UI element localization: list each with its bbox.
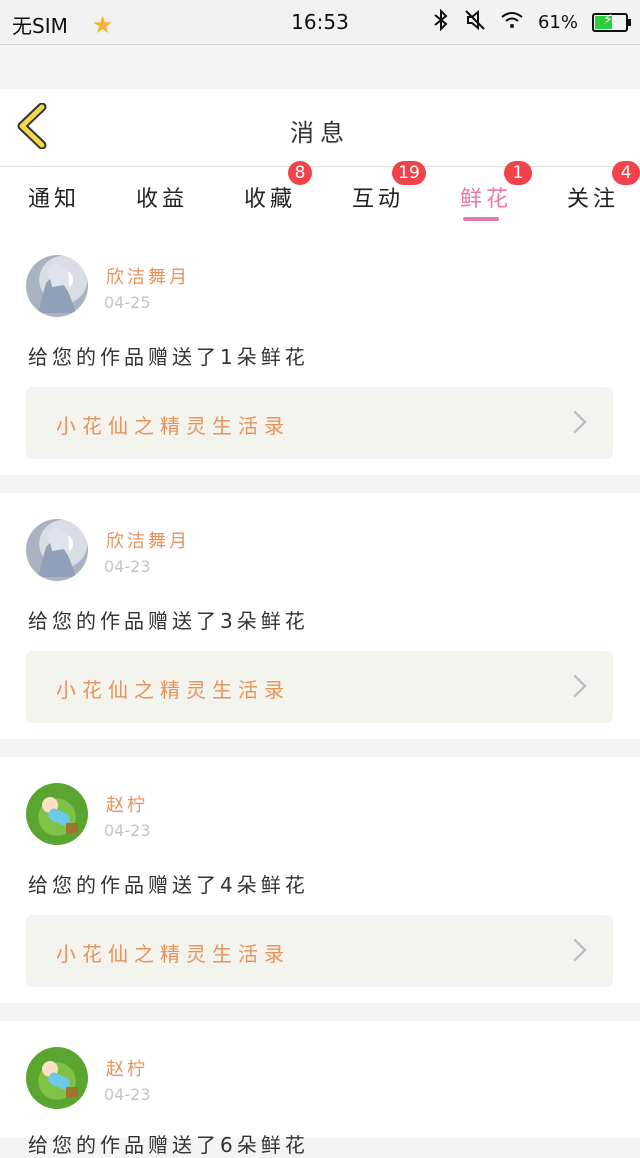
work-link[interactable]: 小花仙之精灵生活录 <box>26 651 613 723</box>
flowers-badge: 1 <box>504 161 532 185</box>
message-text: 给您的作品赠送了3朵鲜花 <box>28 609 309 633</box>
tab-flowers[interactable]: 鲜花 <box>460 181 512 213</box>
wifi-icon <box>500 10 524 35</box>
bluetooth-icon <box>432 8 450 36</box>
avatar[interactable] <box>26 255 88 317</box>
avatar[interactable] <box>26 783 88 845</box>
avatar-anime-icon <box>38 263 76 313</box>
message-card: 赵柠 04-23 给您的作品赠送了4朵鲜花 小花仙之精灵生活录 <box>0 757 640 1003</box>
work-link[interactable]: 小花仙之精灵生活录 <box>26 387 613 459</box>
chevron-right-icon <box>573 674 587 698</box>
mute-icon <box>464 9 486 36</box>
chevron-right-icon <box>573 938 587 962</box>
tab-label: 通知 <box>28 187 81 212</box>
tab-earnings[interactable]: 收益 <box>136 181 188 213</box>
work-link[interactable]: 小花仙之精灵生活录 <box>26 915 613 987</box>
avatar[interactable] <box>26 519 88 581</box>
tab-label: 收益 <box>136 187 189 212</box>
message-date: 04-25 <box>104 293 151 312</box>
status-right: 61% ⚡ <box>432 8 631 36</box>
status-bar: 无SIM ★ 16:53 61% ⚡ <box>0 0 640 45</box>
username[interactable]: 欣洁舞月 <box>106 527 190 553</box>
username[interactable]: 欣洁舞月 <box>106 263 190 289</box>
message-text: 给您的作品赠送了4朵鲜花 <box>28 873 309 897</box>
tab-bar: 通知 收益 收藏 8 互动 19 鲜花 1 关注 4 <box>0 161 640 229</box>
battery-percent: 61% <box>537 12 578 33</box>
page-title: 消息 <box>290 119 350 147</box>
app-header: 消息 <box>0 89 640 167</box>
tab-label: 收藏 <box>244 187 297 212</box>
tab-notify[interactable]: 通知 <box>28 181 80 213</box>
tab-interaction[interactable]: 互动 <box>352 181 404 213</box>
avatar[interactable] <box>26 1047 88 1109</box>
tab-follow[interactable]: 关注 <box>567 181 619 213</box>
work-title: 小花仙之精灵生活录 <box>56 678 290 702</box>
tab-label: 关注 <box>567 187 620 212</box>
work-title: 小花仙之精灵生活录 <box>56 414 290 438</box>
interaction-badge: 19 <box>392 161 426 185</box>
avatar-anime-icon <box>38 527 76 577</box>
message-date: 04-23 <box>104 557 151 576</box>
message-card: 赵柠 04-23 给您的作品赠送了6朵鲜花 <box>0 1021 640 1157</box>
battery-icon: ⚡ <box>592 12 631 32</box>
message-date: 04-23 <box>104 821 151 840</box>
charging-icon: ⚡ <box>603 12 613 28</box>
follow-badge: 4 <box>612 161 640 185</box>
chevron-right-icon <box>573 410 587 434</box>
message-card: 欣洁舞月 04-25 给您的作品赠送了1朵鲜花 小花仙之精灵生活录 <box>0 229 640 475</box>
message-card: 欣洁舞月 04-23 给您的作品赠送了3朵鲜花 小花仙之精灵生活录 <box>0 493 640 739</box>
message-date: 04-23 <box>104 1085 151 1104</box>
tab-label: 鲜花 <box>460 187 513 212</box>
avatar-boy-grass-icon <box>42 797 78 833</box>
favorites-badge: 8 <box>288 161 312 185</box>
tab-favorites[interactable]: 收藏 <box>244 181 296 213</box>
avatar-boy-grass-icon <box>42 1061 78 1097</box>
message-text: 给您的作品赠送了1朵鲜花 <box>28 345 309 369</box>
username[interactable]: 赵柠 <box>106 1055 148 1081</box>
active-tab-indicator <box>463 217 499 221</box>
message-text: 给您的作品赠送了6朵鲜花 <box>28 1133 309 1157</box>
username[interactable]: 赵柠 <box>106 791 148 817</box>
work-title: 小花仙之精灵生活录 <box>56 942 290 966</box>
tab-label: 互动 <box>352 187 405 212</box>
